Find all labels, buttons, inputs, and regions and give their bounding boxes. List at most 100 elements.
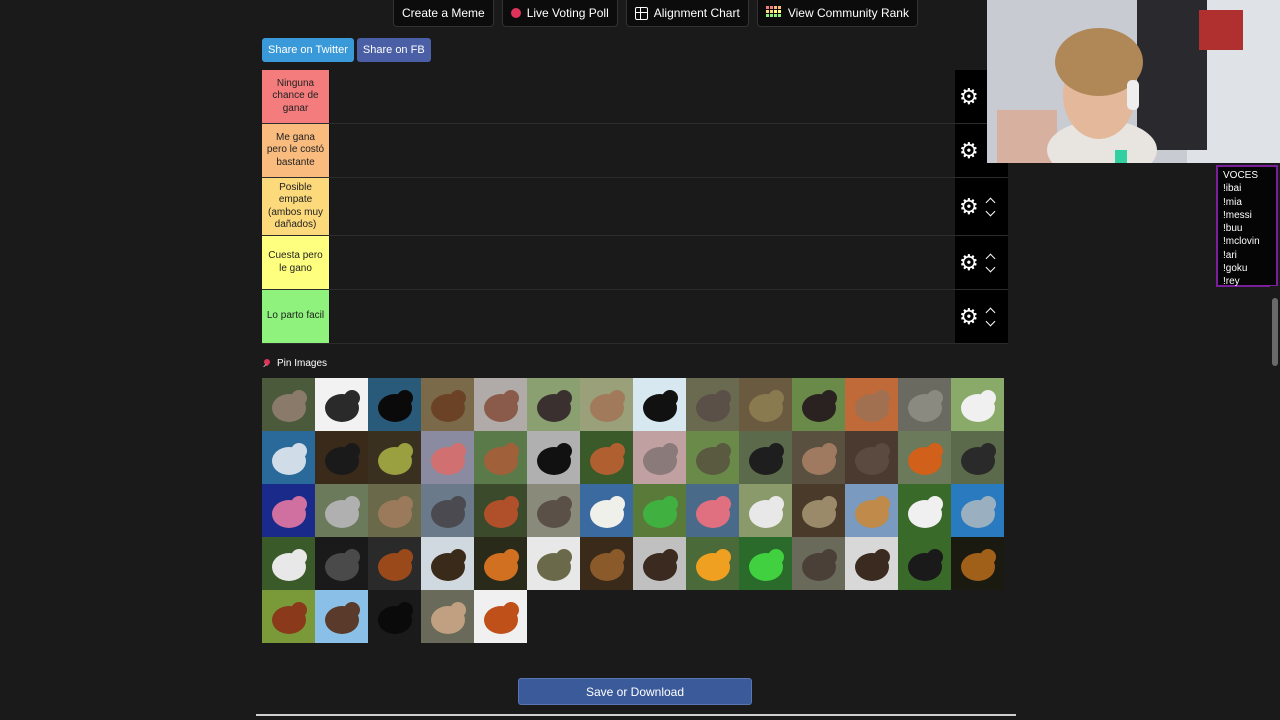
animal-image-panda[interactable] [898,484,951,537]
animal-image-black-panther[interactable] [368,590,421,643]
animal-image-anaconda[interactable] [739,378,792,431]
alignment-chart-label: Alignment Chart [653,6,740,20]
save-download-button[interactable]: Save or Download [518,678,752,705]
animal-image-orangutan-2[interactable] [474,590,527,643]
tier-drop-zone[interactable] [329,290,955,343]
streamer-webcam [987,0,1280,163]
animal-image-wombat[interactable] [792,537,845,590]
gear-icon[interactable]: ⚙ [959,251,979,274]
voices-title: VOCES [1223,170,1259,181]
tier-list: Ninguna chance de ganar ⚙ Me gana pero l… [262,70,1008,344]
animal-image-bull[interactable] [262,590,315,643]
animal-image-tortoise[interactable] [686,431,739,484]
animal-image-elephant[interactable] [686,378,739,431]
animal-image-lynx[interactable] [368,484,421,537]
gear-icon[interactable]: ⚙ [959,305,979,328]
chevron-down-icon[interactable] [985,264,995,274]
animal-image-octopus[interactable] [262,484,315,537]
animal-image-wolf[interactable] [315,537,368,590]
animal-image-killer-whale[interactable] [368,378,421,431]
animal-image-cougar[interactable] [421,590,474,643]
chevron-up-icon[interactable] [985,252,995,262]
tier-row: Ninguna chance de ganar ⚙ [262,70,1008,124]
animal-image-orangutan[interactable] [474,484,527,537]
animal-image-anteater[interactable] [951,431,1004,484]
chevron-up-icon[interactable] [985,306,995,316]
animal-image-zebra[interactable] [739,484,792,537]
animal-image-penguin[interactable] [633,378,686,431]
animal-image-flamingo[interactable] [686,484,739,537]
animal-image-armadillo[interactable] [633,431,686,484]
animal-image-black-snake[interactable] [315,431,368,484]
animal-image-rhinoceros[interactable] [898,378,951,431]
animal-image-magpie[interactable] [898,537,951,590]
chevron-up-icon[interactable] [985,196,995,206]
animal-image-porcupine[interactable] [633,537,686,590]
animal-image-polar-bear[interactable] [580,484,633,537]
animal-image-dolphin[interactable] [951,484,1004,537]
animal-image-giraffe[interactable] [845,484,898,537]
live-voting-button[interactable]: Live Voting Poll [501,0,618,27]
animal-image-meerkat[interactable] [845,378,898,431]
animal-image-seal[interactable] [527,484,580,537]
animal-image-pitbull[interactable] [792,431,845,484]
animal-image-parrot[interactable] [633,484,686,537]
animal-image-eagle[interactable] [421,537,474,590]
tier-label[interactable]: Lo parto facil [262,290,329,343]
animal-image-wild-boar[interactable] [845,431,898,484]
animal-image-crow[interactable] [527,431,580,484]
scrollbar-thumb[interactable] [1272,298,1278,366]
tier-drop-zone[interactable] [329,178,955,235]
gear-icon[interactable]: ⚙ [959,195,979,218]
animal-image-rabbit[interactable] [262,537,315,590]
animal-image-tiger[interactable] [474,537,527,590]
animal-image-grizzly-bear[interactable] [421,378,474,431]
animal-image-ostrich[interactable] [527,378,580,431]
animal-image-shark[interactable] [262,431,315,484]
animal-image-deer[interactable] [474,431,527,484]
animal-image-buffalo[interactable] [792,378,845,431]
animal-image-sloth[interactable] [262,378,315,431]
animal-image-fox[interactable] [898,431,951,484]
share-fb-button[interactable]: Share on FB [356,38,431,62]
animal-image-cow[interactable] [951,378,1004,431]
chevron-down-icon[interactable] [985,318,995,328]
gear-icon[interactable]: ⚙ [959,85,979,108]
animal-image-koala[interactable] [315,484,368,537]
community-rank-button[interactable]: View Community Rank [756,0,918,27]
animal-image-chameleon[interactable] [368,431,421,484]
tier-label[interactable]: Me gana pero le costó bastante [262,124,329,177]
animal-image-flamingo-lake[interactable] [421,431,474,484]
chevron-down-icon[interactable] [985,208,995,218]
pin-images-label: Pin Images [277,358,328,369]
animal-image-frog[interactable] [739,537,792,590]
create-meme-button[interactable]: Create a Meme [393,0,494,27]
alignment-chart-button[interactable]: Alignment Chart [625,0,749,27]
tier-label[interactable]: Ninguna chance de ganar [262,70,329,123]
tier-drop-zone[interactable] [329,70,955,123]
animal-image-walrus[interactable] [474,378,527,431]
share-twitter-button[interactable]: Share on Twitter [262,38,354,62]
tier-drop-zone[interactable] [329,236,955,289]
tier-label[interactable]: Cuesta pero le gano [262,236,329,289]
animal-image-lion-cub[interactable] [580,537,633,590]
voice-command: !messi [1223,209,1252,221]
animal-image-crocodile[interactable] [527,537,580,590]
animal-image-bat[interactable] [315,590,368,643]
tier-drop-zone[interactable] [329,124,955,177]
gear-icon[interactable]: ⚙ [959,139,979,162]
animal-image-kangaroo[interactable] [580,378,633,431]
page-scrollbar[interactable] [1270,286,1280,720]
animal-image-scorpion[interactable] [315,378,368,431]
animal-image-toucan[interactable] [686,537,739,590]
animal-image-lion[interactable] [951,537,1004,590]
animal-image-owl[interactable] [792,484,845,537]
animal-image-squirrel[interactable] [580,431,633,484]
tier-row: Cuesta pero le gano ⚙ [262,236,1008,290]
pin-images-toggle[interactable]: Pin Images [262,358,327,369]
animal-image-horse[interactable] [368,537,421,590]
animal-image-gorilla[interactable] [739,431,792,484]
animal-image-hippo[interactable] [421,484,474,537]
tier-label[interactable]: Posible empate (ambos muy dañados) [262,178,329,235]
animal-image-tarantula[interactable] [845,537,898,590]
